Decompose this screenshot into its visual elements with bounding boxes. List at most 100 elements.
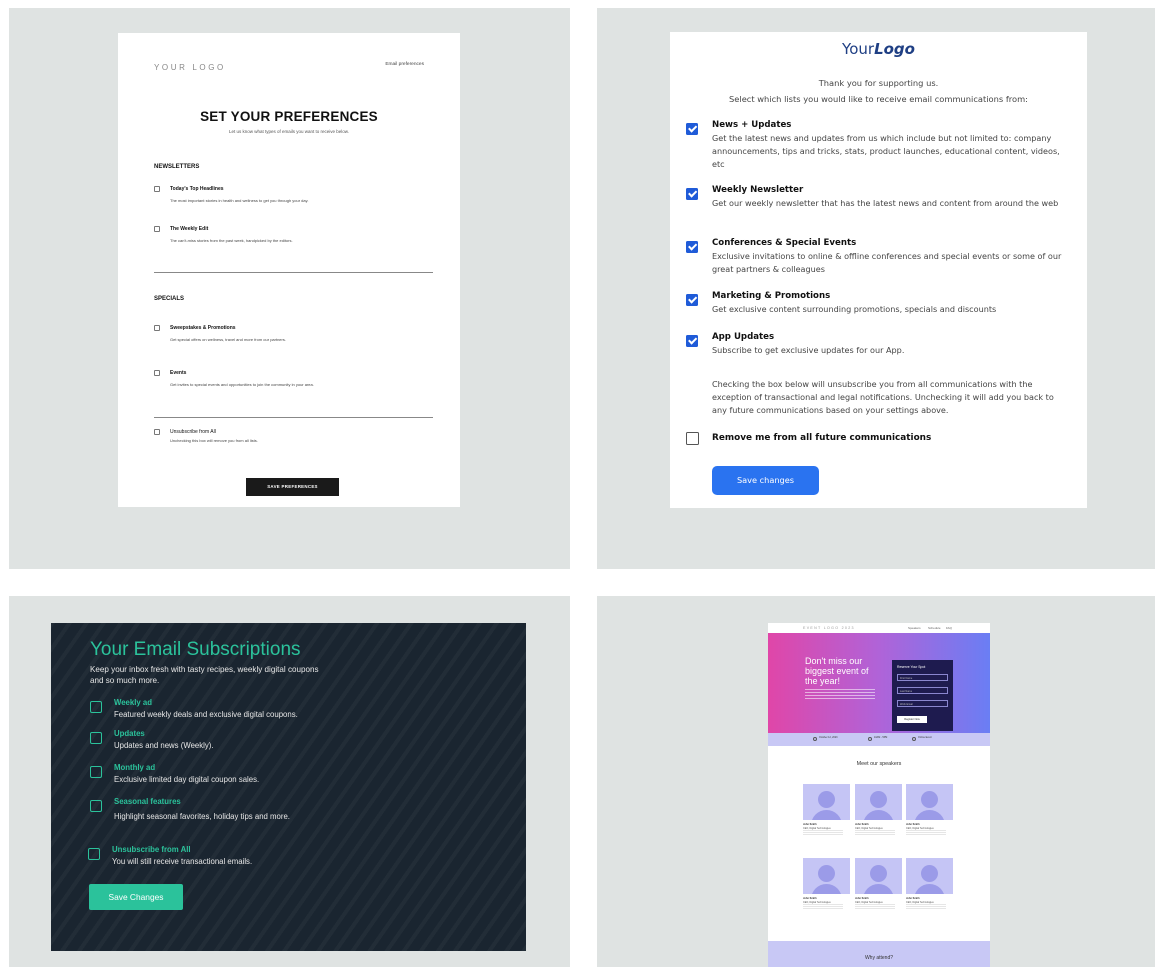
calendar-icon <box>813 737 817 741</box>
speaker-card: John Smith CEO, Digital Technologies <box>906 784 953 836</box>
reserve-form: Reserve Your Spot First Name Last Name W… <box>892 660 953 731</box>
page-subtitle: Let us know what types of emails you wan… <box>228 129 350 134</box>
list-desc: Exclusive invitations to online & offlin… <box>712 251 1062 274</box>
register-button[interactable]: Register Now <box>897 716 927 723</box>
avatar-placeholder <box>803 784 850 820</box>
pref-item[interactable]: Today's Top Headlines The most important… <box>154 186 444 214</box>
save-preferences-button[interactable]: SAVE PREFERENCES <box>246 478 339 496</box>
speaker-card: John Smith CEO, Digital Technologies <box>855 858 902 910</box>
intro-instructions: Select which lists you would like to rec… <box>729 94 1028 104</box>
checkbox-checked[interactable] <box>686 294 698 306</box>
speakers-heading: Meet our speakers <box>856 761 902 767</box>
speaker-bio <box>855 904 895 910</box>
top-nav-bar: EVENT LOGO 2023 Speakers Schedule FAQ <box>768 623 990 633</box>
subscription-desc: Updates and news (Weekly). <box>114 741 214 750</box>
nav-link-speakers[interactable]: Speakers <box>908 626 921 630</box>
list-title: Conferences & Special Events <box>712 238 857 248</box>
subscription-title: Weekly ad <box>114 698 152 707</box>
pref-label: Events <box>170 370 187 376</box>
event-date: October 12, 2023 <box>819 736 838 739</box>
avatar-placeholder <box>855 858 902 894</box>
checkbox-checked[interactable] <box>686 241 698 253</box>
set-preferences-card: YOUR LOGO Email preferences SET YOUR PRE… <box>118 33 460 507</box>
pref-item[interactable]: The Weekly Edit The can't-miss stories f… <box>154 226 444 254</box>
subscription-item[interactable]: Weekly ad Featured weekly deals and excl… <box>90 698 410 728</box>
speaker-bio <box>803 830 843 836</box>
pref-desc: Get special offers on wellness, travel a… <box>170 337 286 342</box>
last-name-field[interactable]: Last Name <box>897 687 948 694</box>
why-attend-section: Why attend? <box>768 941 990 967</box>
pref-desc: Get invites to special events and opport… <box>170 382 314 387</box>
subscription-desc: Highlight seasonal favorites, holiday ti… <box>114 812 290 821</box>
unsubscribe-item[interactable]: Unsubscribe from All Unchecking this box… <box>154 429 444 457</box>
subscription-title: Monthly ad <box>114 763 156 772</box>
event-logo: EVENT LOGO 2023 <box>803 626 855 630</box>
logo-regular: Your <box>842 40 875 58</box>
checkbox[interactable] <box>154 226 160 232</box>
field-placeholder: Last Name <box>900 689 913 693</box>
clock-icon <box>868 737 872 741</box>
unsubscribe-title: Unsubscribe from All <box>112 845 191 854</box>
pref-item[interactable]: Sweepstakes & Promotions Get special off… <box>154 325 444 353</box>
unsubscribe-item[interactable]: Unsubscribe from All You will still rece… <box>88 845 408 875</box>
checkbox[interactable] <box>88 848 100 860</box>
avatar-placeholder <box>906 784 953 820</box>
checkbox[interactable] <box>90 701 102 713</box>
logo: YOUR LOGO <box>154 63 226 72</box>
list-desc: Get the latest news and updates from us … <box>712 133 1060 169</box>
intro-thanks: Thank you for supporting us. <box>818 78 939 88</box>
nav-link-faq[interactable]: FAQ <box>946 626 952 630</box>
checkbox[interactable] <box>90 766 102 778</box>
unsubscribe-label: Unsubscribe from All <box>170 429 216 435</box>
avatar-placeholder <box>803 858 850 894</box>
remove-all-label: Remove me from all future communications <box>712 433 932 443</box>
list-desc: Get our weekly newsletter that has the l… <box>712 198 1059 208</box>
field-placeholder: Work Email <box>900 702 913 706</box>
avatar-placeholder <box>906 858 953 894</box>
pref-label: Sweepstakes & Promotions <box>170 325 236 331</box>
email-preferences-link[interactable]: Email preferences <box>385 62 424 67</box>
nav-link-schedule[interactable]: Schedule <box>928 626 941 630</box>
speaker-card: John Smith CEO, Digital Technologies <box>803 858 850 910</box>
subscription-item[interactable]: Monthly ad Exclusive limited day digital… <box>90 763 410 793</box>
list-desc: Subscribe to get exclusive updates for o… <box>712 345 905 355</box>
first-name-field[interactable]: First Name <box>897 674 948 681</box>
checkbox[interactable] <box>90 732 102 744</box>
list-desc: Get exclusive content surrounding promot… <box>712 304 997 314</box>
checkbox[interactable] <box>90 800 102 812</box>
page-title: Your Email Subscriptions <box>90 639 301 660</box>
preview-panel-4: EVENT LOGO 2023 Speakers Schedule FAQ Do… <box>597 596 1155 967</box>
checkbox-checked[interactable] <box>686 188 698 200</box>
checkbox[interactable] <box>154 325 160 331</box>
checkbox[interactable] <box>154 370 160 376</box>
checkbox[interactable] <box>154 429 160 435</box>
save-changes-button[interactable]: Save Changes <box>89 884 183 910</box>
pref-label: The Weekly Edit <box>170 226 209 232</box>
speaker-card: John Smith CEO, Digital Technologies <box>855 784 902 836</box>
unsubscribe-desc: Unchecking this box will remove you from… <box>170 438 258 443</box>
avatar-placeholder <box>855 784 902 820</box>
checkbox-checked[interactable] <box>686 123 698 135</box>
checkbox[interactable] <box>154 186 160 192</box>
work-email-field[interactable]: Work Email <box>897 700 948 707</box>
why-attend-heading: Why attend? <box>864 955 894 961</box>
remove-all-checkbox[interactable] <box>686 432 699 445</box>
speaker-bio <box>855 830 895 836</box>
checkbox-checked[interactable] <box>686 335 698 347</box>
speaker-card: John Smith CEO, Digital Technologies <box>803 784 850 836</box>
pref-desc: The can't-miss stories from the past wee… <box>170 238 293 243</box>
unsubscribe-note: Checking the box below will unsubscribe … <box>712 379 1054 415</box>
list-title: App Updates <box>712 332 775 342</box>
pref-item[interactable]: Events Get invites to special events and… <box>154 370 444 398</box>
page-subtitle: Keep your inbox fresh with tasty recipes… <box>90 665 319 685</box>
form-title: Reserve Your Spot <box>897 665 926 669</box>
email-subscriptions-card: Your Email Subscriptions Keep your inbox… <box>51 623 526 951</box>
subscription-item[interactable]: Updates Updates and news (Weekly). <box>90 729 410 759</box>
subscription-desc: Exclusive limited day digital coupon sal… <box>114 775 260 784</box>
subscription-title: Updates <box>114 729 145 738</box>
preview-panel-2: YourLogo Thank you for supporting us. Se… <box>597 8 1155 569</box>
subscription-item[interactable]: Seasonal features Highlight seasonal fav… <box>90 797 410 827</box>
speaker-bio <box>906 830 946 836</box>
list-title: Marketing & Promotions <box>712 291 831 301</box>
save-changes-button[interactable]: Save changes <box>712 466 819 495</box>
